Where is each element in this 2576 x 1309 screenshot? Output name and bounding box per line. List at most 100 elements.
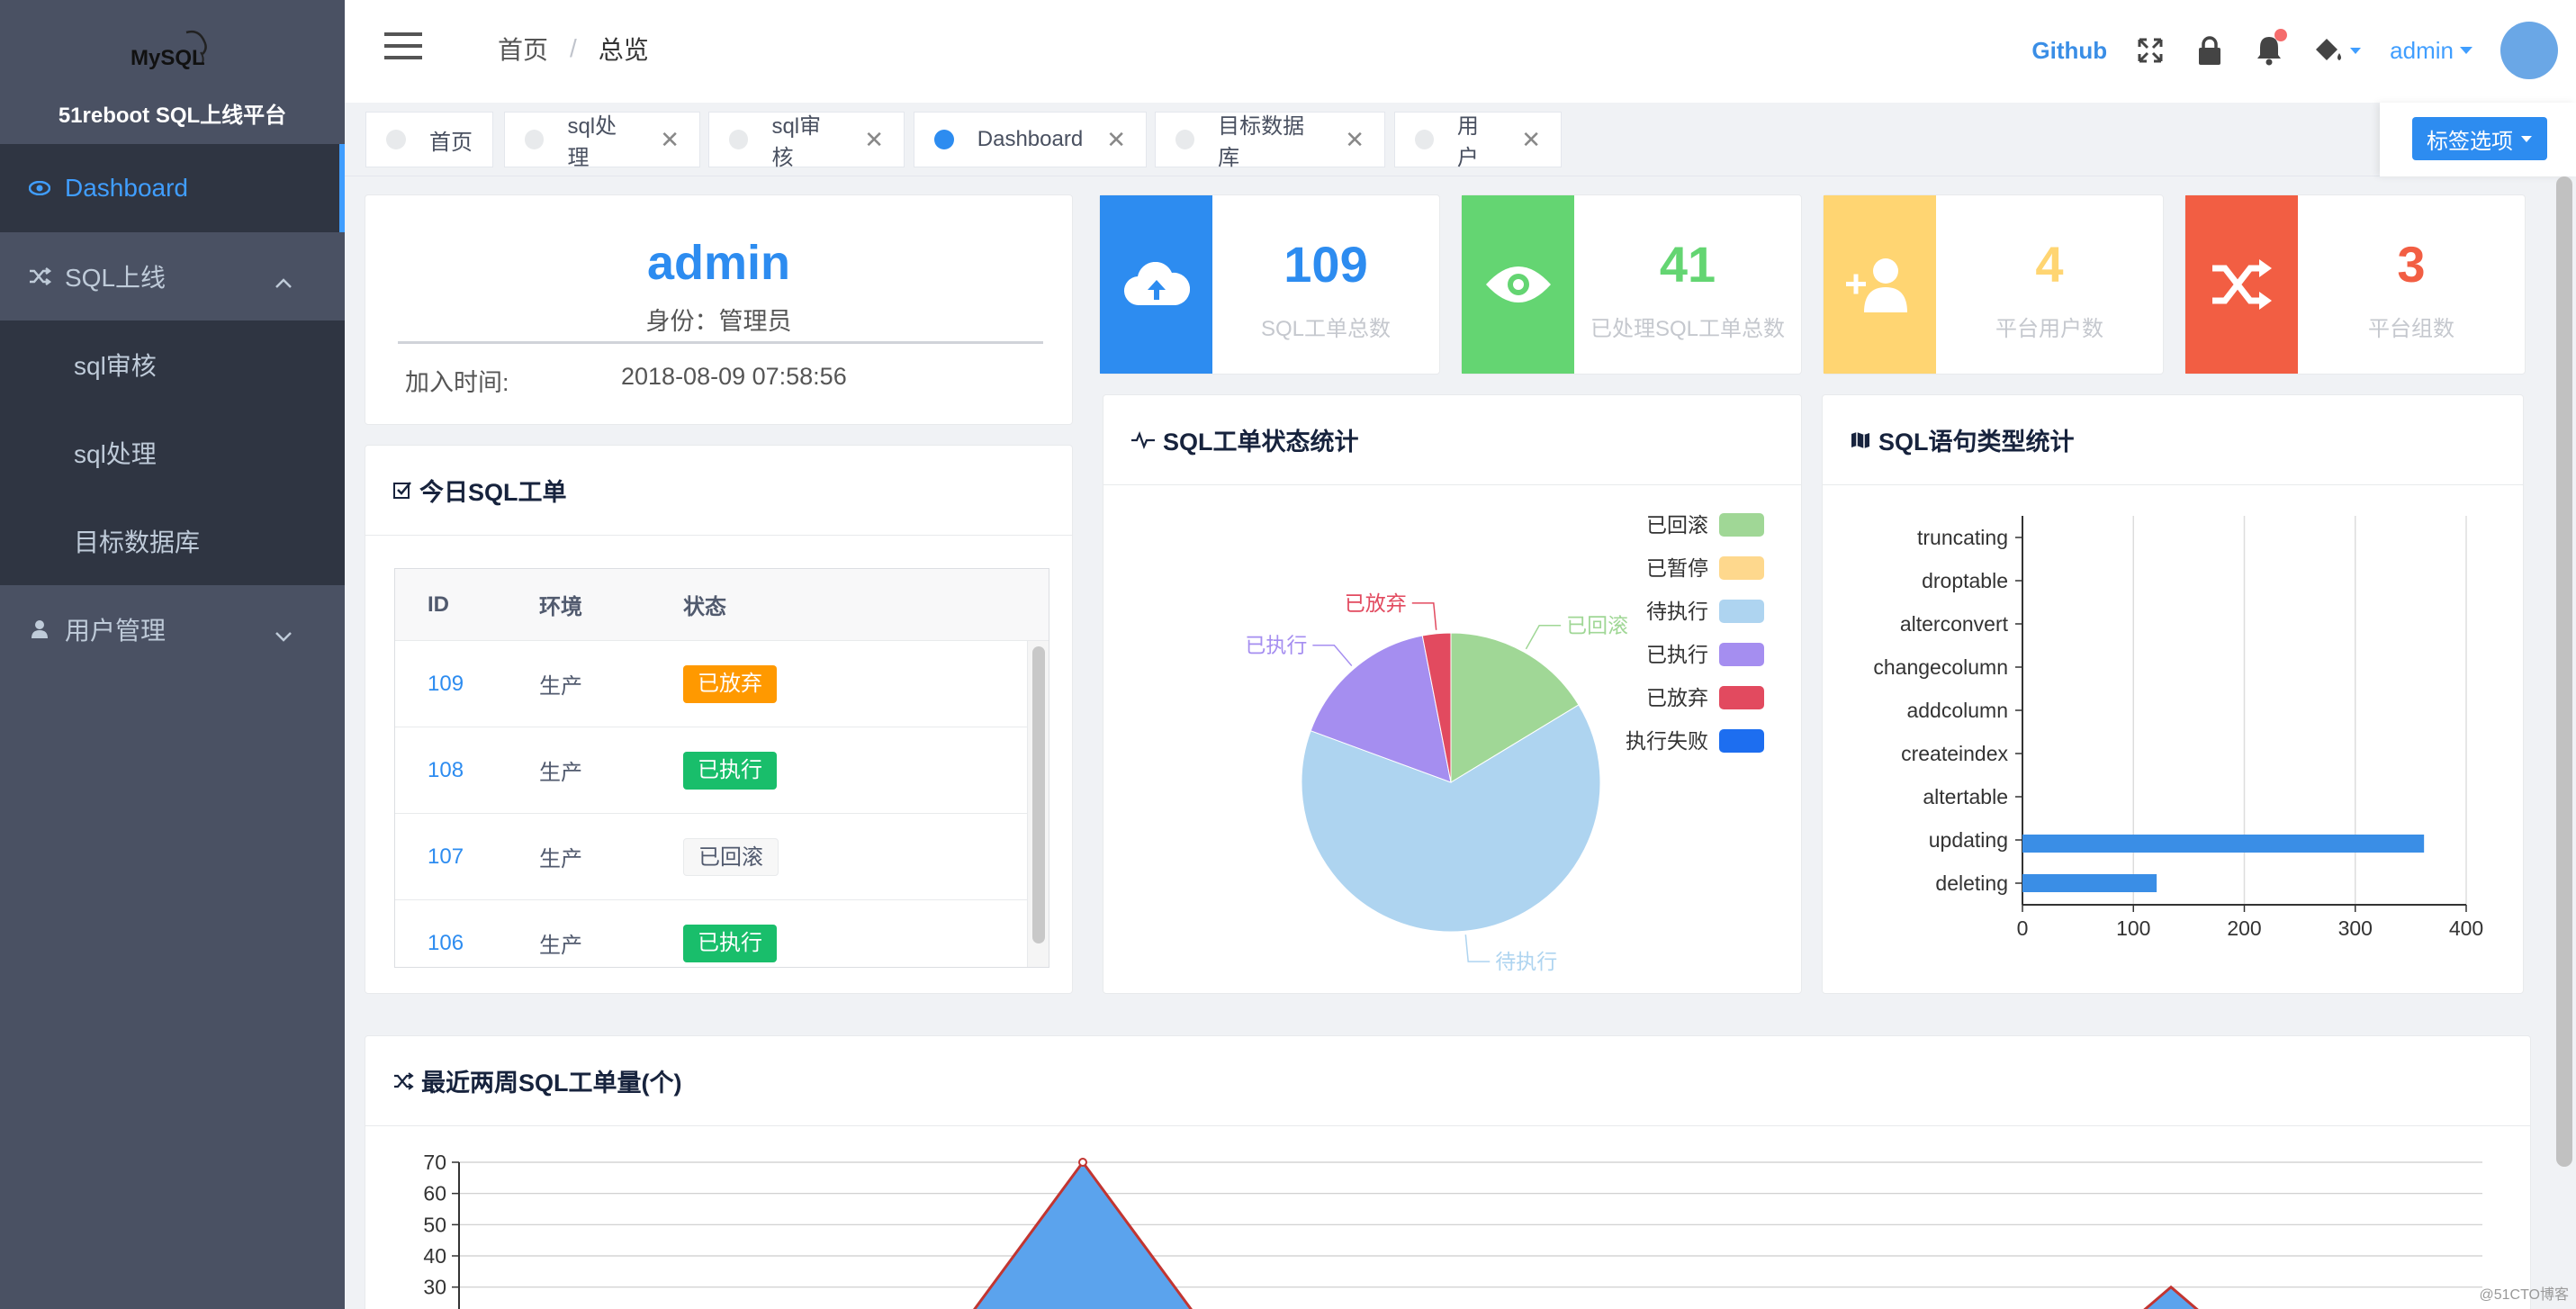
legend-label: 已回滚: [1646, 513, 1708, 537]
stat-value: 4: [2035, 236, 2064, 293]
col-header-env: 环境: [539, 595, 582, 619]
y-tick-label: 30: [423, 1276, 446, 1299]
pie-slice-label: 待执行: [1495, 950, 1557, 973]
sidebar-item-sql-process[interactable]: sql处理: [0, 409, 345, 497]
stat-value: 109: [1283, 236, 1368, 293]
join-time-label: 加入时间:: [405, 369, 509, 396]
user-icon: [27, 619, 52, 639]
table-scrollbar[interactable]: [1032, 646, 1045, 943]
close-icon[interactable]: ✕: [1345, 126, 1365, 154]
bar[interactable]: [2022, 874, 2157, 892]
lock-icon[interactable]: [2193, 34, 2226, 67]
sidebar-item-label: 用户管理: [65, 617, 167, 645]
sidebar-item-label: Dashboard: [65, 174, 188, 202]
close-icon[interactable]: ✕: [1521, 126, 1541, 154]
status-badge: 已执行: [683, 751, 777, 790]
legend-label: 已暂停: [1646, 556, 1708, 580]
card-header: SQL语句类型统计: [1823, 395, 2523, 485]
tab-dot: [1175, 130, 1195, 149]
bar[interactable]: [2022, 835, 2425, 853]
orders-table: ID 环境 状态 109 生产 已放弃 108 生产 已执行 107 生产 已回…: [394, 568, 1049, 968]
tab-options-button[interactable]: 标签选项: [2412, 117, 2547, 160]
y-tick-label: deleting: [1935, 871, 2008, 895]
user-info-card: admin 身份：管理员 加入时间: 2018-08-09 07:58:56: [365, 194, 1073, 425]
legend-label: 已执行: [1646, 643, 1708, 666]
sidebar-item-label: sql处理: [74, 440, 157, 468]
tab-target-db[interactable]: 目标数据库 ✕: [1155, 112, 1385, 170]
brand-title: 51reboot SQL上线平台: [58, 104, 287, 128]
shuffle-icon: [27, 267, 52, 285]
tab-users[interactable]: 用户 ✕: [1394, 112, 1562, 170]
pie-label-line: [1525, 624, 1562, 650]
x-tick-label: 0: [2017, 916, 2029, 940]
stat-label: SQL工单总数: [1260, 317, 1392, 341]
tab-dashboard[interactable]: Dashboard ✕: [914, 112, 1147, 167]
tab-label: sql审核: [771, 114, 822, 170]
breadcrumb-current: 总览: [598, 36, 649, 64]
top-header: 首页 / 总览 Github admin: [345, 0, 2576, 103]
submenu-sql-online: sql审核 sql处理 目标数据库: [0, 320, 345, 585]
sidebar-item-sql-review[interactable]: sql审核: [0, 320, 345, 409]
sidebar-item-label: SQL上线: [65, 264, 167, 292]
tab-options-label: 标签选项: [2427, 129, 2513, 154]
order-id-link[interactable]: 106: [428, 931, 464, 955]
legend-swatch[interactable]: [1719, 600, 1764, 623]
page-scrollbar[interactable]: [2556, 176, 2572, 1167]
sidebar-item-target-db[interactable]: 目标数据库: [0, 497, 345, 585]
x-tick-label: 300: [2338, 916, 2373, 940]
stat-card-groups: 3 平台组数: [2184, 194, 2526, 375]
legend-swatch[interactable]: [1719, 513, 1764, 537]
checkbox-icon: [393, 481, 411, 499]
card-title: 最近两周SQL工单量(个): [421, 1070, 682, 1097]
table-row: 107 生产 已回滚: [395, 814, 1049, 900]
mysql-logo[interactable]: MySQL: [0, 0, 345, 81]
legend-swatch[interactable]: [1719, 729, 1764, 753]
github-link[interactable]: Github: [2031, 37, 2107, 65]
legend-swatch[interactable]: [1719, 686, 1764, 709]
table-row: 109 生产 已放弃: [395, 641, 1049, 727]
menu-toggle-icon[interactable]: [384, 31, 422, 65]
tab-sql-review[interactable]: sql审核 ✕: [708, 112, 905, 170]
y-tick-label: updating: [1929, 828, 2008, 852]
stat-card-users: 4 平台用户数: [1823, 194, 2164, 375]
theme-paint-icon[interactable]: [2312, 34, 2363, 67]
pie-slice-label: 已回滚: [1566, 614, 1628, 637]
order-id-link[interactable]: 109: [428, 672, 464, 696]
cloud-upload-icon: [1100, 195, 1212, 374]
tab-sql-process[interactable]: sql处理 ✕: [504, 112, 700, 170]
y-tick-label: createindex: [1901, 742, 2008, 765]
card-title: SQL语句类型统计: [1878, 429, 2075, 456]
y-tick-label: altertable: [1923, 785, 2008, 808]
user-dropdown[interactable]: admin: [2390, 37, 2473, 65]
sidebar-item-user-mgmt[interactable]: 用户管理: [0, 585, 345, 673]
card-title: SQL工单状态统计: [1163, 429, 1359, 456]
user-card-name: admin: [646, 236, 791, 290]
sidebar-item-label: sql审核: [74, 352, 157, 380]
close-icon[interactable]: ✕: [864, 126, 884, 154]
sidebar-item-dashboard[interactable]: Dashboard: [0, 144, 345, 232]
order-id-link[interactable]: 108: [428, 758, 464, 782]
brand: MySQL 51reboot SQL上线平台: [0, 0, 345, 144]
avatar[interactable]: [2500, 22, 2558, 79]
tab-label: 用户: [1456, 114, 1479, 170]
data-point[interactable]: [1078, 1158, 1087, 1167]
tab-home[interactable]: 首页: [365, 112, 493, 167]
bell-icon[interactable]: [2253, 29, 2288, 67]
y-tick-label: truncating: [1917, 526, 2008, 549]
stat-card-processed: 41 已处理SQL工单总数: [1461, 194, 1802, 375]
legend-label: 执行失败: [1626, 729, 1708, 753]
sidebar-item-sql-online[interactable]: SQL上线: [0, 232, 345, 320]
y-tick-label: 70: [423, 1151, 446, 1174]
caret-down-icon: [2521, 135, 2532, 142]
card-header: SQL工单状态统计: [1103, 395, 1801, 485]
close-icon[interactable]: ✕: [1106, 126, 1126, 154]
order-id-link[interactable]: 107: [428, 844, 464, 869]
legend-swatch[interactable]: [1719, 556, 1764, 580]
tab-dot: [934, 130, 954, 149]
status-badge: 已执行: [683, 924, 777, 962]
close-icon[interactable]: ✕: [660, 126, 680, 154]
breadcrumb-home[interactable]: 首页: [498, 31, 548, 67]
legend-swatch[interactable]: [1719, 643, 1764, 666]
fullscreen-icon[interactable]: [2134, 34, 2166, 67]
stat-value: 3: [2397, 236, 2426, 293]
